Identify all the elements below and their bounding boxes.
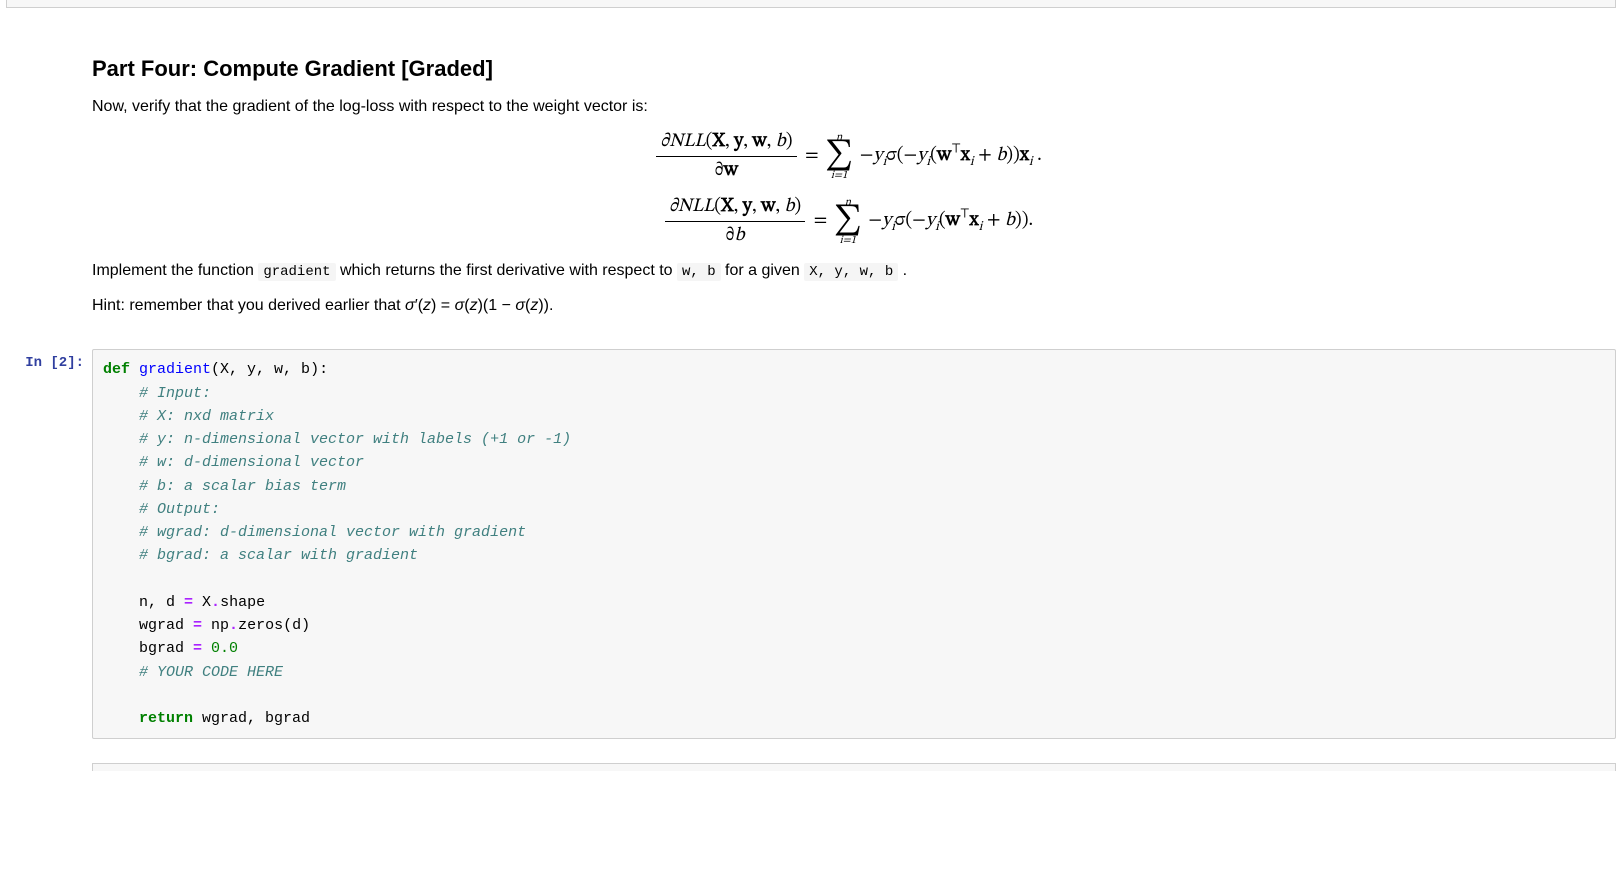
txt: wgrad <box>103 617 193 634</box>
frac-num: ∂NLL(X, y, w, b) <box>656 130 796 157</box>
impl-mid: which returns the first derivative with … <box>336 262 677 279</box>
code-editor[interactable]: def gradient(X, y, w, b): # Input: # X: … <box>92 349 1616 739</box>
op: = <box>193 617 202 634</box>
next-cell-edge <box>92 763 1616 771</box>
intro-text: Now, verify that the gradient of the log… <box>92 96 1602 118</box>
cm: # b: a scalar bias term <box>103 478 346 495</box>
sum-bot-b: i=1 <box>834 235 862 246</box>
sigma-icon: ∑ <box>825 143 853 170</box>
hint-text: Hint: remember that you derived earlier … <box>92 295 1602 317</box>
fraction-db: ∂NLL(X, y, w, b) ∂b <box>665 195 805 248</box>
markdown-content: Part Four: Compute Gradient [Graded] Now… <box>92 28 1622 349</box>
txt: zeros(d) <box>238 617 310 634</box>
summation: n ∑ i=1 <box>825 132 853 181</box>
sigma-icon-b: ∑ <box>834 208 862 235</box>
frac-den-b: ∂b <box>665 222 805 248</box>
code-cell: In [2]: def gradient(X, y, w, b): # Inpu… <box>0 349 1622 739</box>
equals: = <box>805 147 823 166</box>
op: . <box>229 617 238 634</box>
equals-b: = <box>814 212 832 231</box>
in-prompt-label: In [2]: <box>25 355 84 371</box>
frac-num-b: ∂NLL(X, y, w, b) <box>665 195 805 222</box>
frac-den: ∂w <box>656 157 796 183</box>
cm: # w: d-dimensional vector <box>103 454 364 471</box>
cm: # X: nxd matrix <box>103 408 274 425</box>
txt <box>202 640 211 657</box>
sum-bot: i=1 <box>825 170 853 181</box>
section-heading: Part Four: Compute Gradient [Graded] <box>92 56 1602 82</box>
txt: X <box>193 594 211 611</box>
markdown-cell: Part Four: Compute Gradient [Graded] Now… <box>0 28 1622 349</box>
equation-db: ∂NLL(X, y, w, b) ∂b = n ∑ i=1 −yiσ(−yi(w… <box>92 195 1602 248</box>
prompt-empty <box>0 28 92 349</box>
fn-name: gradient <box>139 361 211 378</box>
fraction-dw: ∂NLL(X, y, w, b) ∂w <box>656 130 796 183</box>
code-wb: w, b <box>677 263 721 281</box>
txt: n, d <box>103 594 184 611</box>
cm: # Output: <box>103 501 220 518</box>
prev-cell-edge <box>6 0 1616 8</box>
rhs-db: −yiσ(−yi(w⊤xi + b)). <box>868 211 1033 230</box>
summation-b: n ∑ i=1 <box>834 197 862 246</box>
code-xywb: X, y, w, b <box>804 263 898 281</box>
op: . <box>211 594 220 611</box>
txt: np <box>202 617 229 634</box>
op: = <box>184 594 193 611</box>
txt: bgrad <box>103 640 193 657</box>
cm: # Input: <box>103 385 211 402</box>
kw-return: return <box>103 710 193 727</box>
input-prompt: In [2]: <box>0 349 92 739</box>
cm: # YOUR CODE HERE <box>103 664 283 681</box>
txt: shape <box>220 594 265 611</box>
cm: # wgrad: d-dimensional vector with gradi… <box>103 524 526 541</box>
rhs-dw: −yiσ(−yi(w⊤xi + b))xi . <box>860 146 1042 165</box>
txt: wgrad, bgrad <box>193 710 310 727</box>
impl-post: . <box>898 262 907 279</box>
notebook: Part Four: Compute Gradient [Graded] Now… <box>0 0 1622 771</box>
num: 0.0 <box>211 640 238 657</box>
cm: # bgrad: a scalar with gradient <box>103 547 418 564</box>
equation-dw: ∂NLL(X, y, w, b) ∂w = n ∑ i=1 −yiσ(−yi(w… <box>92 130 1602 183</box>
cm: # y: n-dimensional vector with labels (+… <box>103 431 571 448</box>
kw-def: def <box>103 361 130 378</box>
code-gradient: gradient <box>258 263 335 281</box>
implement-text: Implement the function gradient which re… <box>92 260 1602 283</box>
impl-mid2: for a given <box>721 262 805 279</box>
sig: (X, y, w, b): <box>211 361 328 378</box>
impl-pre: Implement the function <box>92 262 258 279</box>
op: = <box>193 640 202 657</box>
